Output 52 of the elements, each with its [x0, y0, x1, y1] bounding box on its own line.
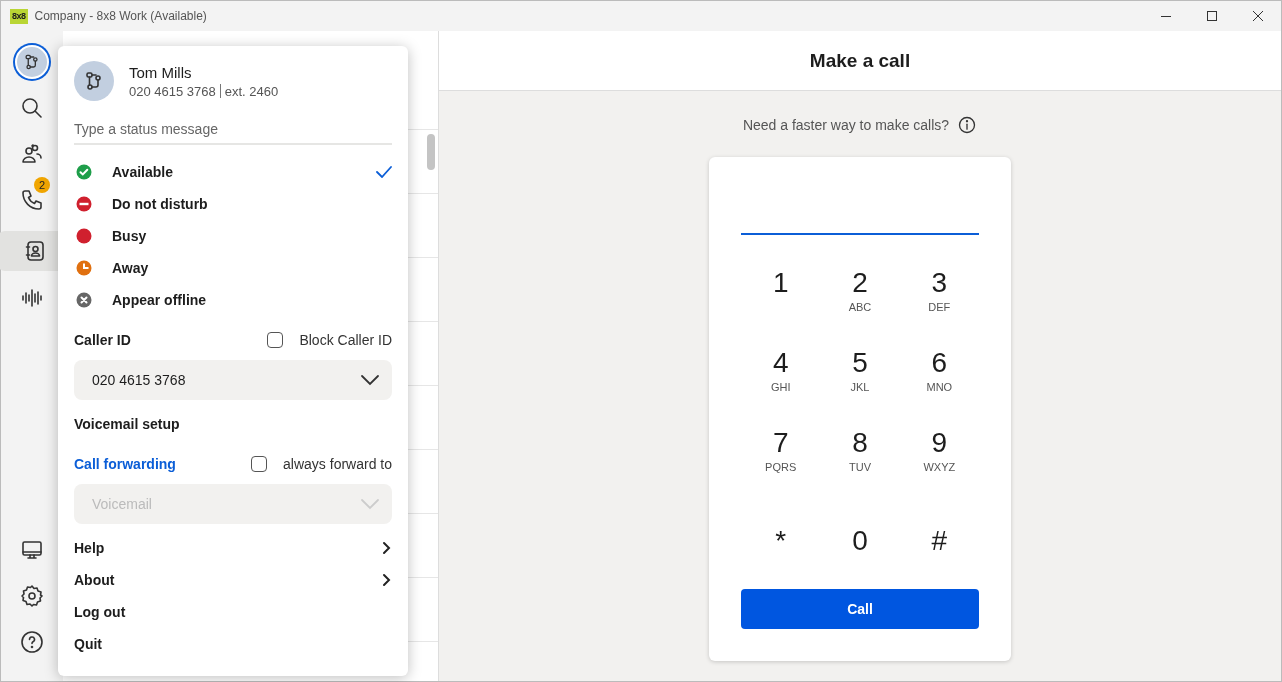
user-avatar[interactable] — [15, 45, 49, 79]
scrollbar-thumb[interactable] — [427, 134, 435, 170]
chevron-down-icon — [360, 498, 380, 510]
menu-item[interactable]: Quit — [74, 628, 392, 660]
waveform-icon — [20, 286, 44, 310]
extension: ext. 2460 — [224, 83, 279, 99]
dial-key[interactable]: 6 MNO — [899, 345, 979, 425]
status-option[interactable]: Do not disturb — [74, 188, 392, 220]
settings-icon — [20, 584, 44, 608]
voicemail-setup-link[interactable]: Voicemail setup — [74, 416, 392, 432]
dial-key[interactable]: * — [741, 513, 821, 569]
menu-item[interactable]: About — [74, 564, 392, 596]
checkbox[interactable] — [267, 332, 284, 348]
dial-key[interactable]: 2 ABC — [820, 265, 900, 345]
status-option[interactable]: Busy — [74, 220, 392, 252]
menu-item[interactable]: Help — [74, 532, 392, 564]
status-option[interactable]: Available — [74, 156, 392, 188]
dial-key[interactable]: 0 — [820, 513, 900, 569]
close-icon — [1253, 11, 1263, 21]
help-icon — [20, 630, 44, 654]
contacts-icon — [23, 239, 47, 263]
minimize-icon — [1161, 15, 1171, 17]
phone-number: 020 4615 3768 — [129, 83, 216, 99]
call-button[interactable]: Call — [741, 589, 979, 629]
hint-text: Need a faster way to make calls? — [742, 117, 950, 133]
dial-key[interactable]: 8 TUV — [820, 425, 900, 505]
window-title: Company - 8x8 Work (Available) — [34, 9, 208, 23]
caller-id-label: Caller ID — [74, 332, 132, 348]
phone-icon — [20, 188, 44, 212]
user-name: Tom Mills — [129, 63, 193, 81]
checkbox-label: always forward to — [283, 456, 392, 472]
dial-key[interactable]: 7 PQRS — [741, 425, 821, 505]
caller-id-dropdown[interactable]: 020 4615 3768 — [74, 360, 392, 400]
dial-key[interactable]: 1 — [741, 265, 821, 345]
checkbox-label: Block Caller ID — [299, 332, 392, 348]
people-icon — [20, 142, 44, 166]
dial-key[interactable]: # — [899, 513, 979, 569]
chevron-down-icon — [360, 374, 380, 386]
app-logo: 8x8 — [10, 8, 28, 24]
count-badge: 2 — [34, 177, 50, 193]
info-icon — [957, 115, 978, 135]
search-icon — [20, 96, 44, 120]
monitor-icon — [20, 538, 44, 562]
menu-item[interactable]: Log out — [74, 596, 392, 628]
dial-key[interactable]: 9 WXYZ — [899, 425, 979, 505]
page-title: Make a call — [809, 49, 911, 72]
dial-key[interactable]: 5 JKL — [820, 345, 900, 425]
status-option[interactable]: Away — [74, 252, 392, 284]
maximize-icon — [1207, 11, 1217, 21]
dial-key[interactable]: 3 DEF — [899, 265, 979, 345]
dial-key[interactable]: 4 GHI — [741, 345, 821, 425]
status-option[interactable]: Appear offline — [74, 284, 392, 316]
